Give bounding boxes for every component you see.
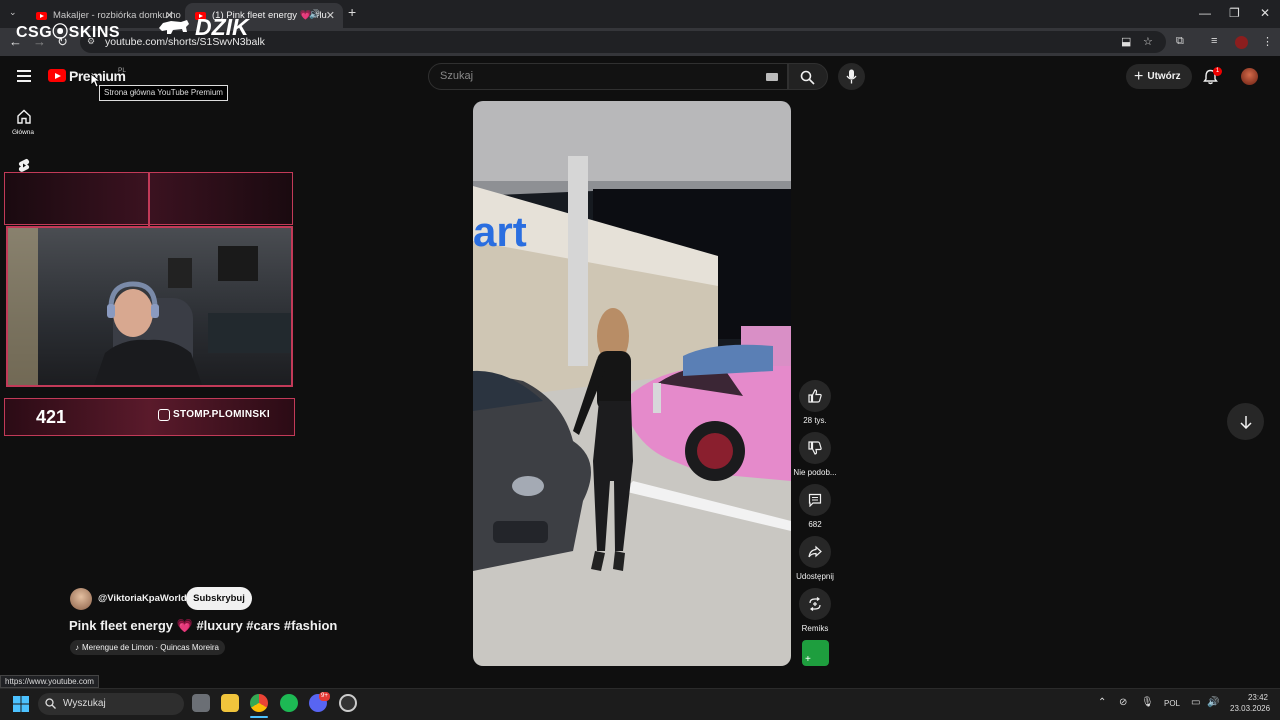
viewer-counter: 421 <box>36 407 67 427</box>
dislike-label: Nie podob... <box>793 468 837 477</box>
curtain <box>8 228 38 385</box>
comment-count: 682 <box>808 520 822 529</box>
active-app-indicator <box>250 716 268 718</box>
store-sign: art <box>473 208 527 255</box>
plus-icon: + <box>1134 67 1144 85</box>
close-window-button[interactable]: ✕ <box>1260 6 1270 20</box>
audio-icon[interactable]: 🔊 <box>309 9 320 20</box>
share-button[interactable] <box>799 536 831 568</box>
spotify-icon[interactable] <box>280 694 298 712</box>
volume-icon[interactable]: 🔊 <box>1207 697 1219 708</box>
music-title: Merengue de Limon · Quincas Moreira <box>82 643 219 652</box>
music-link[interactable]: ♪ Merengue de Limon · Quincas Moreira <box>70 640 225 655</box>
youtube-logo-icon[interactable] <box>48 69 66 82</box>
profile-avatar[interactable] <box>1235 36 1248 49</box>
search-button[interactable] <box>788 63 828 90</box>
webcam-feed <box>6 226 293 387</box>
steam-icon[interactable] <box>339 694 357 712</box>
status-bar-url: https://www.youtube.com <box>0 675 99 688</box>
arrow-down-icon <box>1239 415 1252 429</box>
keyboard-icon[interactable] <box>766 73 778 81</box>
search-icon <box>45 698 56 709</box>
menu-dots-icon[interactable]: ⋮ <box>1262 35 1273 48</box>
shorts-icon[interactable] <box>18 158 30 173</box>
sound-thumbnail[interactable]: + <box>802 640 829 666</box>
chrome-icon[interactable] <box>250 694 268 712</box>
file-explorer-icon[interactable] <box>221 694 239 712</box>
task-view-icon[interactable] <box>192 694 210 712</box>
video-title: Pink fleet energy 💗 #luxury #cars #fashi… <box>69 618 338 633</box>
channel-avatar[interactable] <box>70 588 92 610</box>
boar-logo-icon <box>159 20 189 34</box>
new-tab-button[interactable]: + <box>348 4 356 20</box>
sponsor-logo-csgoskins: CSG⦿SKINS <box>16 24 121 41</box>
plus-icon: + <box>805 654 811 665</box>
video-frame: art <box>473 101 791 666</box>
clock-time: 23:42 <box>1247 693 1268 702</box>
install-app-icon[interactable]: ⬓ <box>1121 35 1131 48</box>
share-label: Udostępnij <box>796 572 834 581</box>
subscribe-button[interactable]: Subskrybuj <box>186 587 252 610</box>
clock[interactable]: 23:42 23.03.2026 <box>1230 693 1271 714</box>
tab-close-icon[interactable]: ✕ <box>326 9 335 22</box>
comment-icon <box>808 493 822 507</box>
minimize-button[interactable]: — <box>1199 6 1211 20</box>
windows-start-icon[interactable] <box>13 696 29 712</box>
comments-button[interactable] <box>799 484 831 516</box>
channel-name[interactable]: @ViktoriaKpaWorld <box>98 593 187 604</box>
microphone-icon <box>846 69 857 84</box>
hamburger-menu-icon[interactable] <box>17 70 31 82</box>
account-avatar[interactable] <box>1241 68 1258 85</box>
remix-label: Remiks <box>801 624 829 633</box>
share-icon <box>808 545 822 558</box>
tab-strip: ⌄ Makaljer - rozbiórka domku ho ✕ (1) Pi… <box>0 0 1280 28</box>
music-note-icon: ♪ <box>75 643 79 652</box>
restore-button[interactable]: ❐ <box>1229 6 1240 20</box>
tab-search-icon[interactable]: ⌄ <box>9 7 17 18</box>
search-input[interactable] <box>440 70 750 82</box>
dislike-button[interactable] <box>799 432 831 464</box>
network-off-icon[interactable]: ⊘ <box>1119 697 1127 708</box>
short-video-player[interactable]: art <box>473 101 791 666</box>
sofa <box>208 313 291 353</box>
like-count: 28 tys. <box>803 416 827 425</box>
banner-divider <box>148 173 150 226</box>
extensions-icon[interactable]: ⧉ <box>1176 35 1184 48</box>
like-button[interactable] <box>799 380 831 412</box>
home-icon[interactable] <box>16 109 32 124</box>
notification-count-badge: 1 <box>1213 67 1222 76</box>
tray-overflow-icon[interactable]: ⌃ <box>1098 697 1106 708</box>
instagram-icon <box>158 409 170 421</box>
clock-date: 23.03.2026 <box>1230 703 1271 713</box>
input-language[interactable]: POL <box>1164 699 1180 708</box>
voice-search-button[interactable] <box>838 63 865 90</box>
remix-icon <box>809 597 821 611</box>
search-icon <box>800 70 815 85</box>
discord-badge: 9+ <box>319 692 330 701</box>
streamer <box>94 281 202 385</box>
remix-button[interactable] <box>799 588 831 620</box>
create-button[interactable]: + Utwórz <box>1126 64 1192 89</box>
taskbar-search-input[interactable]: Wyszukaj <box>63 698 106 709</box>
sponsor-logo-dzik: DZIK <box>195 14 249 40</box>
logo-tooltip: Strona główna YouTube Premium <box>99 85 228 101</box>
sidebar-item-home[interactable]: Główna <box>12 129 34 136</box>
bookmark-star-icon[interactable]: ☆ <box>1143 35 1153 48</box>
display-icon[interactable]: ▭ <box>1191 697 1200 708</box>
thumbs-down-icon <box>808 441 822 455</box>
instagram-handle: STOMP.PLOMINSKI <box>173 409 270 420</box>
media-controls-icon[interactable]: ≡ <box>1211 35 1217 47</box>
thumbs-up-icon <box>808 389 822 403</box>
taskbar-search-box[interactable] <box>38 693 184 715</box>
create-label: Utwórz <box>1147 71 1181 82</box>
microphone-tray-icon[interactable]: 🎙 <box>1141 697 1154 708</box>
region-code: PL <box>118 67 126 74</box>
wall-poster <box>218 246 258 281</box>
next-short-button[interactable] <box>1227 403 1264 440</box>
sponsor-banner <box>4 172 293 226</box>
